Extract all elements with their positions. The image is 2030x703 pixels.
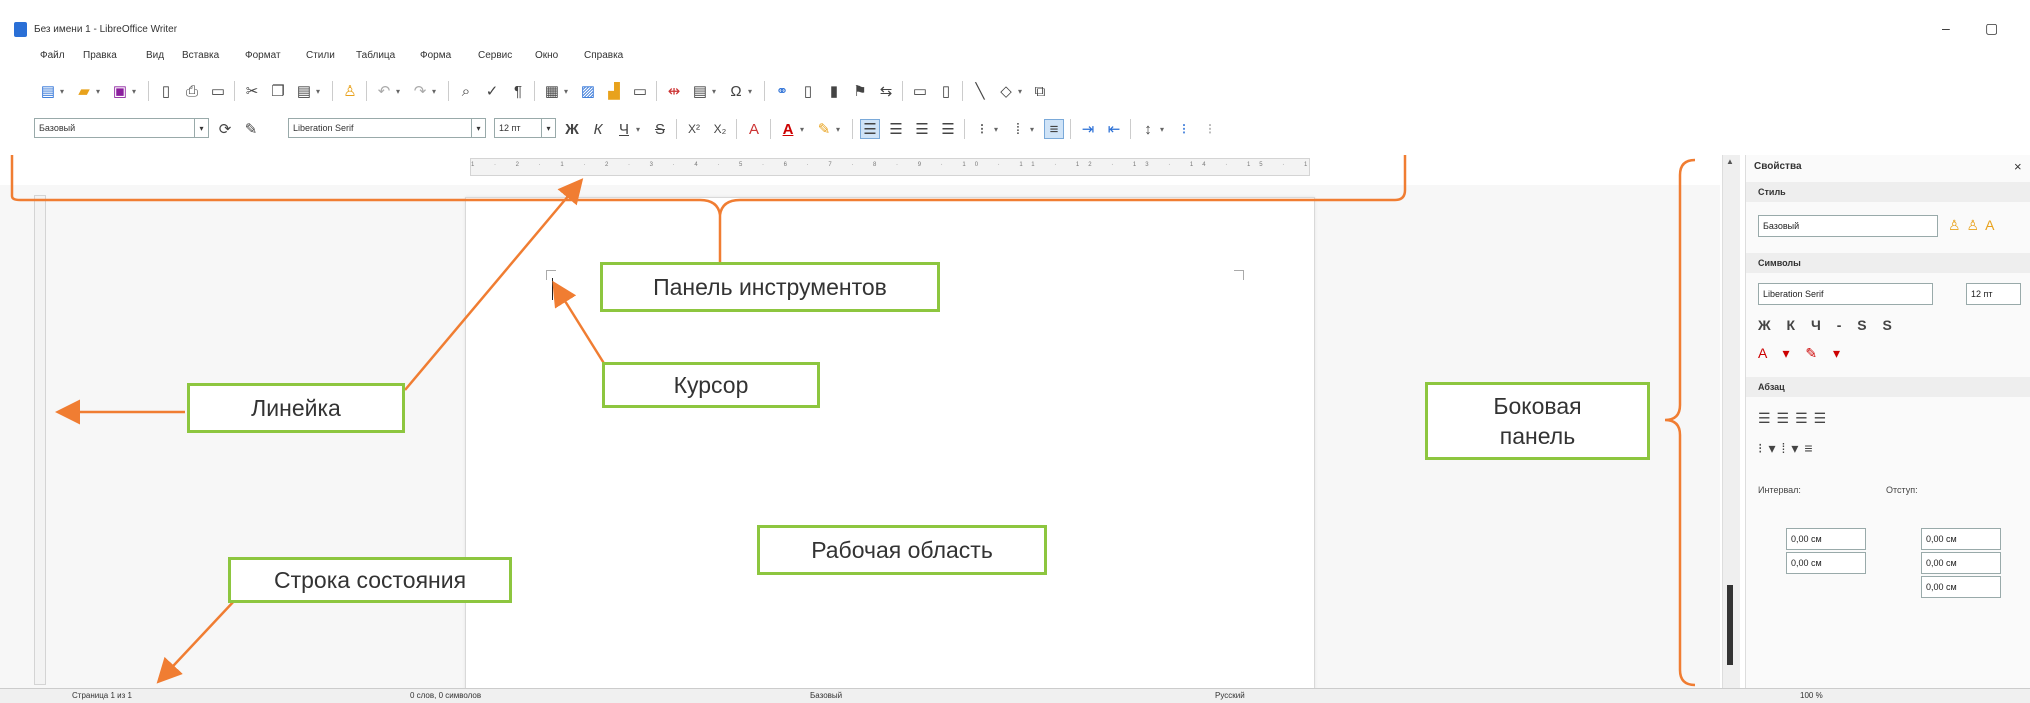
statusbar-callout: Строка состояния bbox=[228, 557, 512, 603]
toolbar-bracket bbox=[10, 155, 1407, 216]
sidebar-callout-line1: Боковая bbox=[1493, 393, 1582, 419]
cursor-callout: Курсор bbox=[602, 362, 820, 408]
toolbar-callout: Панель инструментов bbox=[600, 262, 940, 312]
cursor-arrow bbox=[552, 280, 607, 366]
sidebar-callout-line2: панель bbox=[1499, 423, 1576, 449]
sidebar-callout: Боковая панель bbox=[1425, 382, 1650, 460]
ruler-arrow bbox=[404, 178, 584, 391]
sidebar-bracket bbox=[1664, 158, 1696, 687]
ruler-callout: Линейка bbox=[187, 383, 405, 433]
workspace-callout: Рабочая область bbox=[757, 525, 1047, 575]
statusbar-arrow bbox=[156, 599, 236, 684]
